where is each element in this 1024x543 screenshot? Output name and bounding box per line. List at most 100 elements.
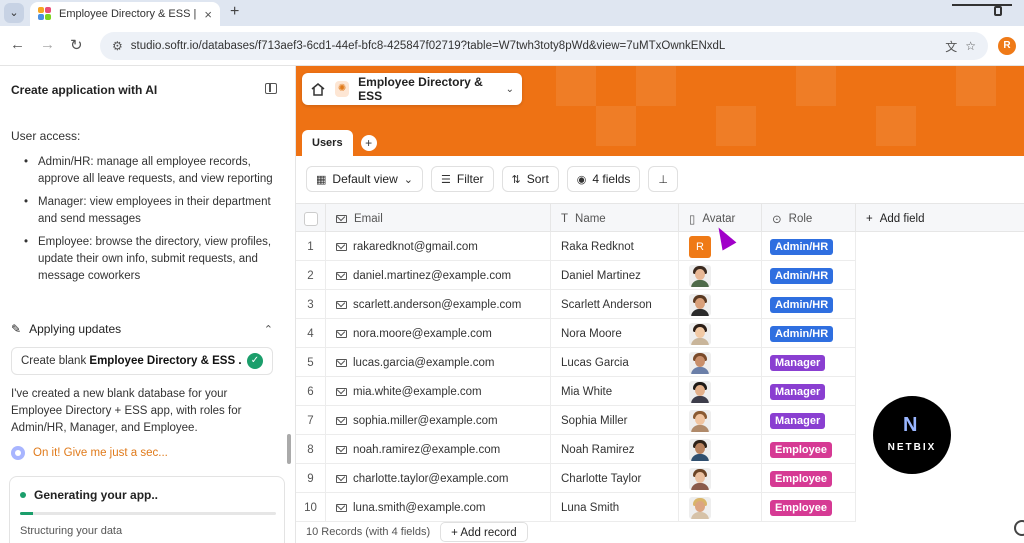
url-text[interactable]: studio.softr.io/databases/f713aef3-6cd1-… [131,40,937,52]
email-cell[interactable]: noah.ramirez@example.com [326,435,551,464]
role-cell[interactable]: Admin/HR [762,319,856,348]
applying-updates-header[interactable]: ✎ Applying updates ⌃ [11,322,273,336]
translate-icon[interactable]: ⽂ [945,38,957,55]
column-header-email[interactable]: Email [326,204,551,233]
avatar-cell[interactable] [679,348,762,377]
name-cell[interactable]: Nora Moore [551,319,679,348]
role-cell[interactable]: Manager [762,348,856,377]
avatar[interactable] [689,264,711,287]
table-row[interactable]: 2 daniel.martinez@example.com Daniel Mar… [296,261,856,290]
address-bar[interactable]: ⚙ studio.softr.io/databases/f713aef3-6cd… [100,32,988,60]
bookmark-star-icon[interactable]: ☆ [965,39,976,53]
avatar[interactable] [689,438,711,461]
email-cell[interactable]: lucas.garcia@example.com [326,348,551,377]
new-tab-button[interactable]: + [230,3,239,21]
avatar[interactable]: R [689,235,711,258]
name-cell[interactable]: Mia White [551,377,679,406]
app-switcher[interactable]: ✺ Employee Directory & ESS ⌄ [302,73,522,105]
name-cell[interactable]: Daniel Martinez [551,261,679,290]
name-cell[interactable]: Scarlett Anderson [551,290,679,319]
avatar[interactable] [689,380,711,403]
tab-users[interactable]: Users [302,130,353,156]
avatar-cell[interactable] [679,406,762,435]
avatar-cell[interactable] [679,290,762,319]
add-record-button[interactable]: + Add record [440,522,528,542]
table-row[interactable]: 9 charlotte.taylor@example.com Charlotte… [296,464,856,493]
fields-button[interactable]: ◉ 4 fields [566,166,641,192]
avatar[interactable] [689,409,711,432]
avatar-cell[interactable] [679,464,762,493]
panel-scrollbar[interactable] [287,434,291,464]
table-row[interactable]: 4 nora.moore@example.com Nora Moore Admi… [296,319,856,348]
row-number: 8 [296,435,326,464]
chevron-up-icon[interactable]: ⌃ [264,323,273,336]
forward-icon[interactable]: → [40,36,55,53]
select-all-checkbox[interactable] [296,204,326,233]
table-row[interactable]: 5 lucas.garcia@example.com Lucas Garcia … [296,348,856,377]
avatar-cell[interactable] [679,435,762,464]
email-cell[interactable]: sophia.miller@example.com [326,406,551,435]
profile-avatar[interactable]: R [998,37,1016,55]
avatar[interactable] [689,351,711,374]
sort-button[interactable]: ⇅ Sort [501,166,559,192]
back-icon[interactable]: ← [10,36,25,53]
row-height-button[interactable]: ⊥ [648,166,679,192]
reload-icon[interactable]: ↻ [70,36,83,54]
add-field-button[interactable]: + Add field [856,204,1024,233]
email-cell[interactable]: daniel.martinez@example.com [326,261,551,290]
home-icon[interactable] [310,82,326,96]
add-table-button[interactable]: + [360,135,377,151]
email-cell[interactable]: rakaredknot@gmail.com [326,232,551,261]
avatar[interactable] [689,496,711,519]
row-number: 4 [296,319,326,348]
minimize-icon[interactable] [952,0,1012,6]
avatar-cell[interactable] [679,319,762,348]
row-number: 6 [296,377,326,406]
role-cell[interactable]: Employee [762,464,856,493]
mail-icon [336,445,347,454]
name-cell[interactable]: Lucas Garcia [551,348,679,377]
email-cell[interactable]: luna.smith@example.com [326,493,551,522]
table-row[interactable]: 7 sophia.miller@example.com Sophia Mille… [296,406,856,435]
role-cell[interactable]: Admin/HR [762,290,856,319]
column-header-role[interactable]: ⊙ Role [762,204,856,233]
role-cell[interactable]: Manager [762,406,856,435]
site-settings-icon[interactable]: ⚙ [112,39,123,53]
name-cell[interactable]: Luna Smith [551,493,679,522]
restore-icon[interactable] [994,6,1002,16]
avatar-cell[interactable] [679,493,762,522]
close-icon[interactable]: × [204,7,212,22]
role-cell[interactable]: Employee [762,435,856,464]
table-row[interactable]: 1 rakaredknot@gmail.com Raka Redknot R A… [296,232,856,261]
email-cell[interactable]: charlotte.taylor@example.com [326,464,551,493]
name-cell[interactable]: Sophia Miller [551,406,679,435]
ai-chat-panel: Create application with AI User access: … [0,66,296,543]
avatar[interactable] [689,322,711,345]
tab-search-icon[interactable]: ⌄ [4,3,24,23]
name-cell[interactable]: Raka Redknot [551,232,679,261]
chevron-down-icon[interactable]: ⌄ [506,84,514,95]
table-row[interactable]: 8 noah.ramirez@example.com Noah Ramirez … [296,435,856,464]
role-cell[interactable]: Employee [762,493,856,522]
email-cell[interactable]: nora.moore@example.com [326,319,551,348]
avatar-cell[interactable] [679,261,762,290]
row-number: 1 [296,232,326,261]
avatar-cell[interactable] [679,377,762,406]
role-cell[interactable]: Manager [762,377,856,406]
email-cell[interactable]: mia.white@example.com [326,377,551,406]
column-header-name[interactable]: T Name [551,204,679,233]
view-selector[interactable]: ▦ Default view ⌄ [306,166,423,192]
name-cell[interactable]: Noah Ramirez [551,435,679,464]
avatar[interactable] [689,293,711,316]
table-row[interactable]: 10 luna.smith@example.com Luna Smith Emp… [296,493,856,522]
avatar[interactable] [689,467,711,490]
role-cell[interactable]: Admin/HR [762,232,856,261]
table-row[interactable]: 3 scarlett.anderson@example.com Scarlett… [296,290,856,319]
browser-tab[interactable]: Employee Directory & ESS | Softr × [30,2,220,26]
table-row[interactable]: 6 mia.white@example.com Mia White Manage… [296,377,856,406]
filter-button[interactable]: ☰ Filter [431,166,494,192]
email-cell[interactable]: scarlett.anderson@example.com [326,290,551,319]
role-cell[interactable]: Admin/HR [762,261,856,290]
sidebar-toggle-icon[interactable] [265,83,277,94]
name-cell[interactable]: Charlotte Taylor [551,464,679,493]
